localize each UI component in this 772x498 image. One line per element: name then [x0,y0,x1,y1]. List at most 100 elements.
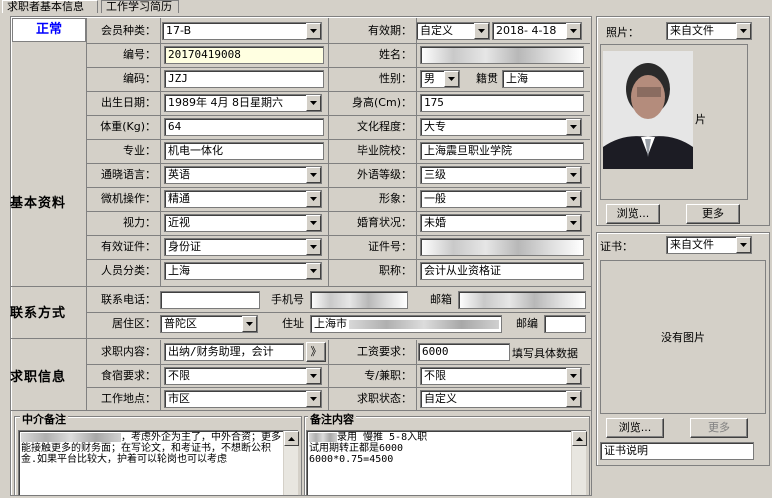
tab-basic-info[interactable]: 求职者基本信息 [2,0,98,13]
chevron-down-icon [566,23,581,39]
marriage-label: 婚育状况： [357,216,412,229]
section-contact-label: 联系方式 [10,306,67,321]
chevron-down-icon [566,391,581,407]
native-field[interactable]: 上海 [502,70,584,88]
parttime-label: 专/兼职： [364,369,412,382]
chevron-down-icon [566,191,581,207]
height-field[interactable]: 175 [420,94,584,112]
chevron-down-icon [306,263,321,279]
title-field[interactable]: 会计从业资格证 [420,262,584,280]
mobile-field[interactable] [310,291,408,309]
col-line [160,340,161,410]
status-label: 正常 [12,18,86,42]
computer-label: 微机操作： [101,192,156,205]
note-memo-scrollbar[interactable] [571,431,587,495]
cert-browse-button[interactable]: 浏览... [606,418,664,438]
scroll-up-icon[interactable] [572,431,587,446]
cert-more-button[interactable]: 更多 [690,418,748,438]
category-label: 人员分类： [101,264,156,277]
education-select[interactable]: 大专 [420,118,582,136]
photo-side-char: 片 [695,113,706,126]
section-divider [10,286,592,287]
valid-date-picker[interactable]: 2018- 4-18 [492,22,582,40]
category-select[interactable]: 上海 [164,262,322,280]
district-select[interactable]: 普陀区 [160,315,258,333]
zip-label: 邮编 [516,317,538,330]
image-select[interactable]: 一般 [420,190,582,208]
salary-note: 填写具体数据 [512,347,578,360]
school-field[interactable]: 上海震旦职业学院 [420,142,584,160]
phone-field[interactable] [160,291,260,309]
job-content-field[interactable]: 出纳/财务助理，会计 [164,343,304,361]
photo-more-button[interactable]: 更多 [686,204,740,224]
weight-label: 体重(Kg)： [100,120,156,133]
gender-select[interactable]: 男 [420,70,460,88]
cert-source-select[interactable]: 来自文件 [666,236,752,254]
gender-label: 性别： [379,72,412,85]
section-divider [10,338,592,339]
address-field[interactable]: 上海市 [310,315,502,333]
language-label: 通晓语言： [101,168,156,181]
scroll-up-icon[interactable] [284,431,299,446]
district-label: 居住区： [112,317,156,330]
job-content-label: 求职内容： [101,345,156,358]
note-memo-textarea[interactable]: 录用 慢推 5-8入职 试用期转正都是6000 6000*0.75=4500 [306,430,586,496]
location-label: 工作地点： [101,392,156,405]
col-line [160,18,161,286]
job-status-select[interactable]: 自定义 [420,390,582,408]
chevron-down-icon [566,215,581,231]
education-label: 文化程度： [357,120,412,133]
email-field[interactable] [458,291,586,309]
weight-field[interactable]: 64 [164,118,324,136]
member-type-select[interactable]: 17-B [162,22,322,40]
chevron-down-icon [474,23,489,39]
birth-label: 出生日期： [101,96,156,109]
code-label: 编码： [123,72,156,85]
height-label: 身高(Cm)： [352,96,412,109]
cert-desc-field[interactable]: 证书说明 [600,442,754,460]
col-line [416,18,417,286]
id-doc-select[interactable]: 身份证 [164,238,322,256]
col-line [416,340,417,410]
agent-memo-scrollbar[interactable] [283,431,299,495]
valid-type-select[interactable]: 自定义 [416,22,490,40]
chevron-down-icon [306,215,321,231]
tab-resume[interactable]: 工作学习简历 [101,0,179,13]
school-label: 毕业院校： [357,144,412,157]
zip-field[interactable] [544,315,586,333]
number-field[interactable]: 20170419008 [164,46,324,64]
chevron-down-icon [736,23,751,39]
redacted-text [21,432,121,442]
native-label: 籍贯 [476,72,498,85]
chevron-down-icon [306,95,321,111]
address-label: 住址 [282,317,304,330]
cert-empty-text: 没有图片 [661,331,705,344]
code-field[interactable]: JZJ [164,70,324,88]
phone-label: 联系电话： [101,293,156,306]
photo-browse-button[interactable]: 浏览... [606,204,660,224]
birth-date-picker[interactable]: 1989年 4月 8日星期六 [164,94,322,112]
section-divider [10,410,592,411]
parttime-select[interactable]: 不限 [420,367,582,385]
name-label: 姓名： [379,48,412,61]
salary-label: 工资要求： [357,345,412,358]
salary-field[interactable]: 6000 [418,343,510,361]
note-memo-title: 备注内容 [308,411,356,427]
chevron-down-icon [306,368,321,384]
job-content-more-button[interactable]: 》 [306,342,326,362]
location-select[interactable]: 市区 [164,390,322,408]
section-job-label: 求职信息 [10,370,67,385]
language-select[interactable]: 英语 [164,166,322,184]
agent-memo-textarea[interactable]: ，考虑外企为主了，中外合资；更多能接触更多的财务面；在写论文，和考证书，不想断公… [18,430,298,496]
foreign-level-select[interactable]: 三级 [420,166,582,184]
name-field[interactable] [420,46,584,64]
chevron-down-icon [444,71,459,87]
mobile-label: 手机号 [271,293,304,306]
major-field[interactable]: 机电一体化 [164,142,324,160]
vision-select[interactable]: 近视 [164,214,322,232]
board-select[interactable]: 不限 [164,367,322,385]
photo-source-select[interactable]: 来自文件 [666,22,752,40]
id-no-field[interactable] [420,238,584,256]
marriage-select[interactable]: 未婚 [420,214,582,232]
computer-select[interactable]: 精通 [164,190,322,208]
